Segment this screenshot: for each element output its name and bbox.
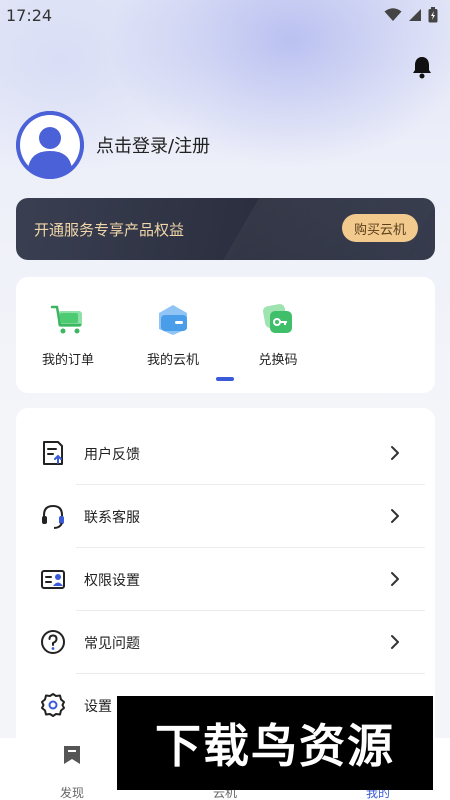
cart-icon <box>50 305 82 334</box>
battery-icon <box>428 7 438 23</box>
menu-item-contact-support[interactable]: 联系客服 <box>16 485 435 548</box>
menu-item-label: 权限设置 <box>84 573 140 589</box>
vip-banner[interactable]: 开通服务专享产品权益 购买云机 <box>16 198 435 260</box>
quick-item-my-cloud[interactable]: 我的云机 <box>133 301 213 368</box>
cloud-phone-icon <box>159 305 187 335</box>
login-register-link[interactable]: 点击登录/注册 <box>96 132 210 158</box>
tab-discover[interactable]: 发现 <box>32 744 112 800</box>
menu-item-label: 用户反馈 <box>84 447 140 463</box>
menu-item-label: 联系客服 <box>84 510 140 526</box>
gear-icon <box>41 693 65 717</box>
menu-item-feedback[interactable]: 用户反馈 <box>16 422 435 485</box>
user-avatar-icon <box>16 111 84 179</box>
headset-icon <box>42 504 64 529</box>
key-icon <box>263 304 292 333</box>
menu-item-faq[interactable]: 常见问题 <box>16 611 435 674</box>
feedback-icon <box>43 441 63 465</box>
menu-item-permission-settings[interactable]: 权限设置 <box>16 548 435 611</box>
quick-actions-card: 我的订单 我的云机 兑换码 <box>16 277 435 393</box>
chevron-right-icon <box>391 446 399 460</box>
menu-item-label: 设置 <box>84 699 112 715</box>
discover-icon <box>64 746 80 764</box>
signal-icon <box>409 9 421 21</box>
watermark-overlay: 下载鸟资源 <box>117 696 433 790</box>
status-bar: 17:24 <box>0 0 450 30</box>
status-icons <box>384 7 438 23</box>
status-time: 17:24 <box>6 5 53 25</box>
question-icon <box>41 630 65 654</box>
page-indicator <box>216 377 234 381</box>
quick-item-label: 兑换码 <box>258 353 298 368</box>
wifi-icon <box>384 8 402 21</box>
profile-section[interactable]: 点击登录/注册 <box>16 110 210 180</box>
buy-cloud-phone-button[interactable]: 购买云机 <box>342 214 418 242</box>
avatar[interactable] <box>16 111 84 179</box>
chevron-right-icon <box>391 572 399 586</box>
menu-item-label: 常见问题 <box>84 636 140 652</box>
quick-item-orders[interactable]: 我的订单 <box>28 301 108 368</box>
quick-item-label: 我的云机 <box>146 353 199 368</box>
chevron-right-icon <box>391 635 399 649</box>
quick-item-label: 我的订单 <box>41 353 94 368</box>
quick-item-redeem-code[interactable]: 兑换码 <box>238 301 318 368</box>
chevron-right-icon <box>391 509 399 523</box>
notification-bell-icon[interactable] <box>410 54 434 80</box>
tab-label: 发现 <box>59 786 84 800</box>
vip-banner-text: 开通服务专享产品权益 <box>34 221 185 239</box>
watermark-text: 下载鸟资源 <box>155 719 395 773</box>
permission-icon <box>41 570 65 589</box>
